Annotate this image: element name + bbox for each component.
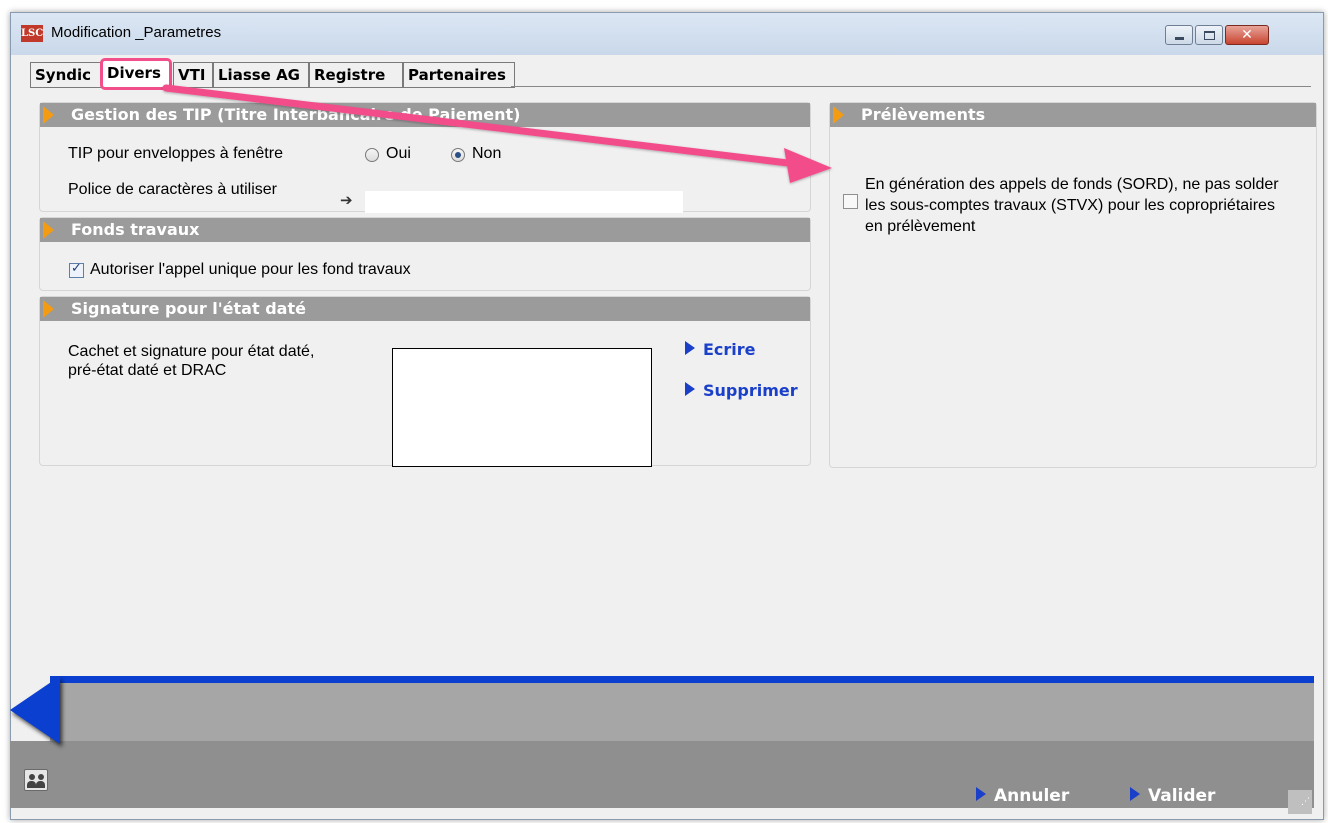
footer-accent-line xyxy=(50,676,1314,683)
fonds-panel: Fonds travaux ✓ Autoriser l'appel unique… xyxy=(39,217,811,291)
delete-label: Supprimer xyxy=(703,381,798,400)
maximize-icon xyxy=(1204,31,1215,40)
user-body-shape xyxy=(27,781,36,788)
close-icon: ✕ xyxy=(1241,27,1253,43)
radio-oui[interactable] xyxy=(365,148,379,162)
minimize-icon xyxy=(1175,37,1184,40)
signature-label-line2: pré-état daté et DRAC xyxy=(68,362,227,379)
footer-band xyxy=(50,683,1314,741)
play-icon xyxy=(685,341,695,355)
write-button[interactable]: Ecrire xyxy=(685,340,756,359)
signature-header-text: Signature pour l'état daté xyxy=(71,299,306,318)
tab-vti[interactable]: VTI xyxy=(173,62,213,88)
signature-box[interactable] xyxy=(392,348,652,467)
prelevements-panel: Prélèvements En génération des appels de… xyxy=(829,102,1317,468)
cancel-label: Annuler xyxy=(994,786,1070,806)
user-head-shape xyxy=(29,774,35,780)
user-body-shape xyxy=(36,781,45,788)
chevron-right-icon xyxy=(43,300,54,318)
radio-non-label[interactable]: Non xyxy=(472,145,501,163)
title-bar[interactable]: LSC Modification _Parametres ✕ xyxy=(11,13,1323,55)
font-input[interactable] xyxy=(365,191,683,213)
envelope-label: TIP pour enveloppes à fenêtre xyxy=(68,145,283,162)
appel-unique-checkbox[interactable]: ✓ xyxy=(69,261,84,278)
font-label: Police de caractères à utiliser xyxy=(68,181,277,198)
chevron-right-icon xyxy=(833,106,844,124)
write-label: Ecrire xyxy=(703,340,756,359)
cancel-button[interactable]: Annuler xyxy=(976,786,1069,806)
prelevements-header-text: Prélèvements xyxy=(861,105,986,124)
radio-non[interactable] xyxy=(451,148,465,162)
fonds-header-text: Fonds travaux xyxy=(71,220,200,239)
maximize-button[interactable] xyxy=(1195,25,1223,45)
footer-bar xyxy=(10,741,1314,808)
minimize-button[interactable] xyxy=(1165,25,1193,45)
tab-liasse-ag[interactable]: Liasse AG xyxy=(213,62,309,88)
checkmark-icon: ✓ xyxy=(71,261,82,276)
tip-section-header: Gestion des TIP (Titre Interbancaire de … xyxy=(40,103,810,127)
play-icon xyxy=(1130,787,1140,801)
radio-oui-label[interactable]: Oui xyxy=(386,145,411,163)
user-head-shape xyxy=(38,774,44,780)
appel-unique-label[interactable]: Autoriser l'appel unique pour les fond t… xyxy=(90,261,411,279)
validate-button[interactable]: Valider xyxy=(1130,786,1215,806)
fonds-section-header: Fonds travaux xyxy=(40,218,810,242)
chevron-right-icon xyxy=(43,106,54,124)
chevron-right-icon xyxy=(43,221,54,239)
app-logo: LSC xyxy=(21,25,43,42)
users-icon[interactable] xyxy=(24,769,48,791)
signature-section-header: Signature pour l'état daté xyxy=(40,297,810,321)
play-icon xyxy=(685,382,695,396)
window-title: Modification _Parametres xyxy=(51,24,222,41)
validate-label: Valider xyxy=(1148,786,1216,806)
tab-syndic[interactable]: Syndic xyxy=(30,62,104,88)
tip-header-text: Gestion des TIP (Titre Interbancaire de … xyxy=(71,105,521,124)
tab-divider xyxy=(511,86,1311,87)
prelevement-label[interactable]: En génération des appels de fonds (SORD)… xyxy=(865,174,1295,237)
signature-panel: Signature pour l'état daté Cachet et sig… xyxy=(39,296,811,467)
delete-button[interactable]: Supprimer xyxy=(685,381,798,400)
tab-partenaires[interactable]: Partenaires xyxy=(403,62,515,88)
play-icon xyxy=(976,787,986,801)
resize-grip-icon[interactable]: ⋰ xyxy=(1288,790,1312,814)
tab-registre[interactable]: Registre xyxy=(309,62,403,88)
close-button[interactable]: ✕ xyxy=(1225,25,1269,45)
tab-divers[interactable]: Divers xyxy=(100,58,172,90)
signature-label-line1: Cachet et signature pour état daté, xyxy=(68,343,315,360)
prelevements-section-header: Prélèvements xyxy=(830,103,1316,127)
back-arrow-icon[interactable] xyxy=(10,676,60,744)
tip-panel: Gestion des TIP (Titre Interbancaire de … xyxy=(39,102,811,213)
prelevement-checkbox[interactable] xyxy=(843,194,858,209)
arrow-right-icon: ➔ xyxy=(340,191,353,209)
